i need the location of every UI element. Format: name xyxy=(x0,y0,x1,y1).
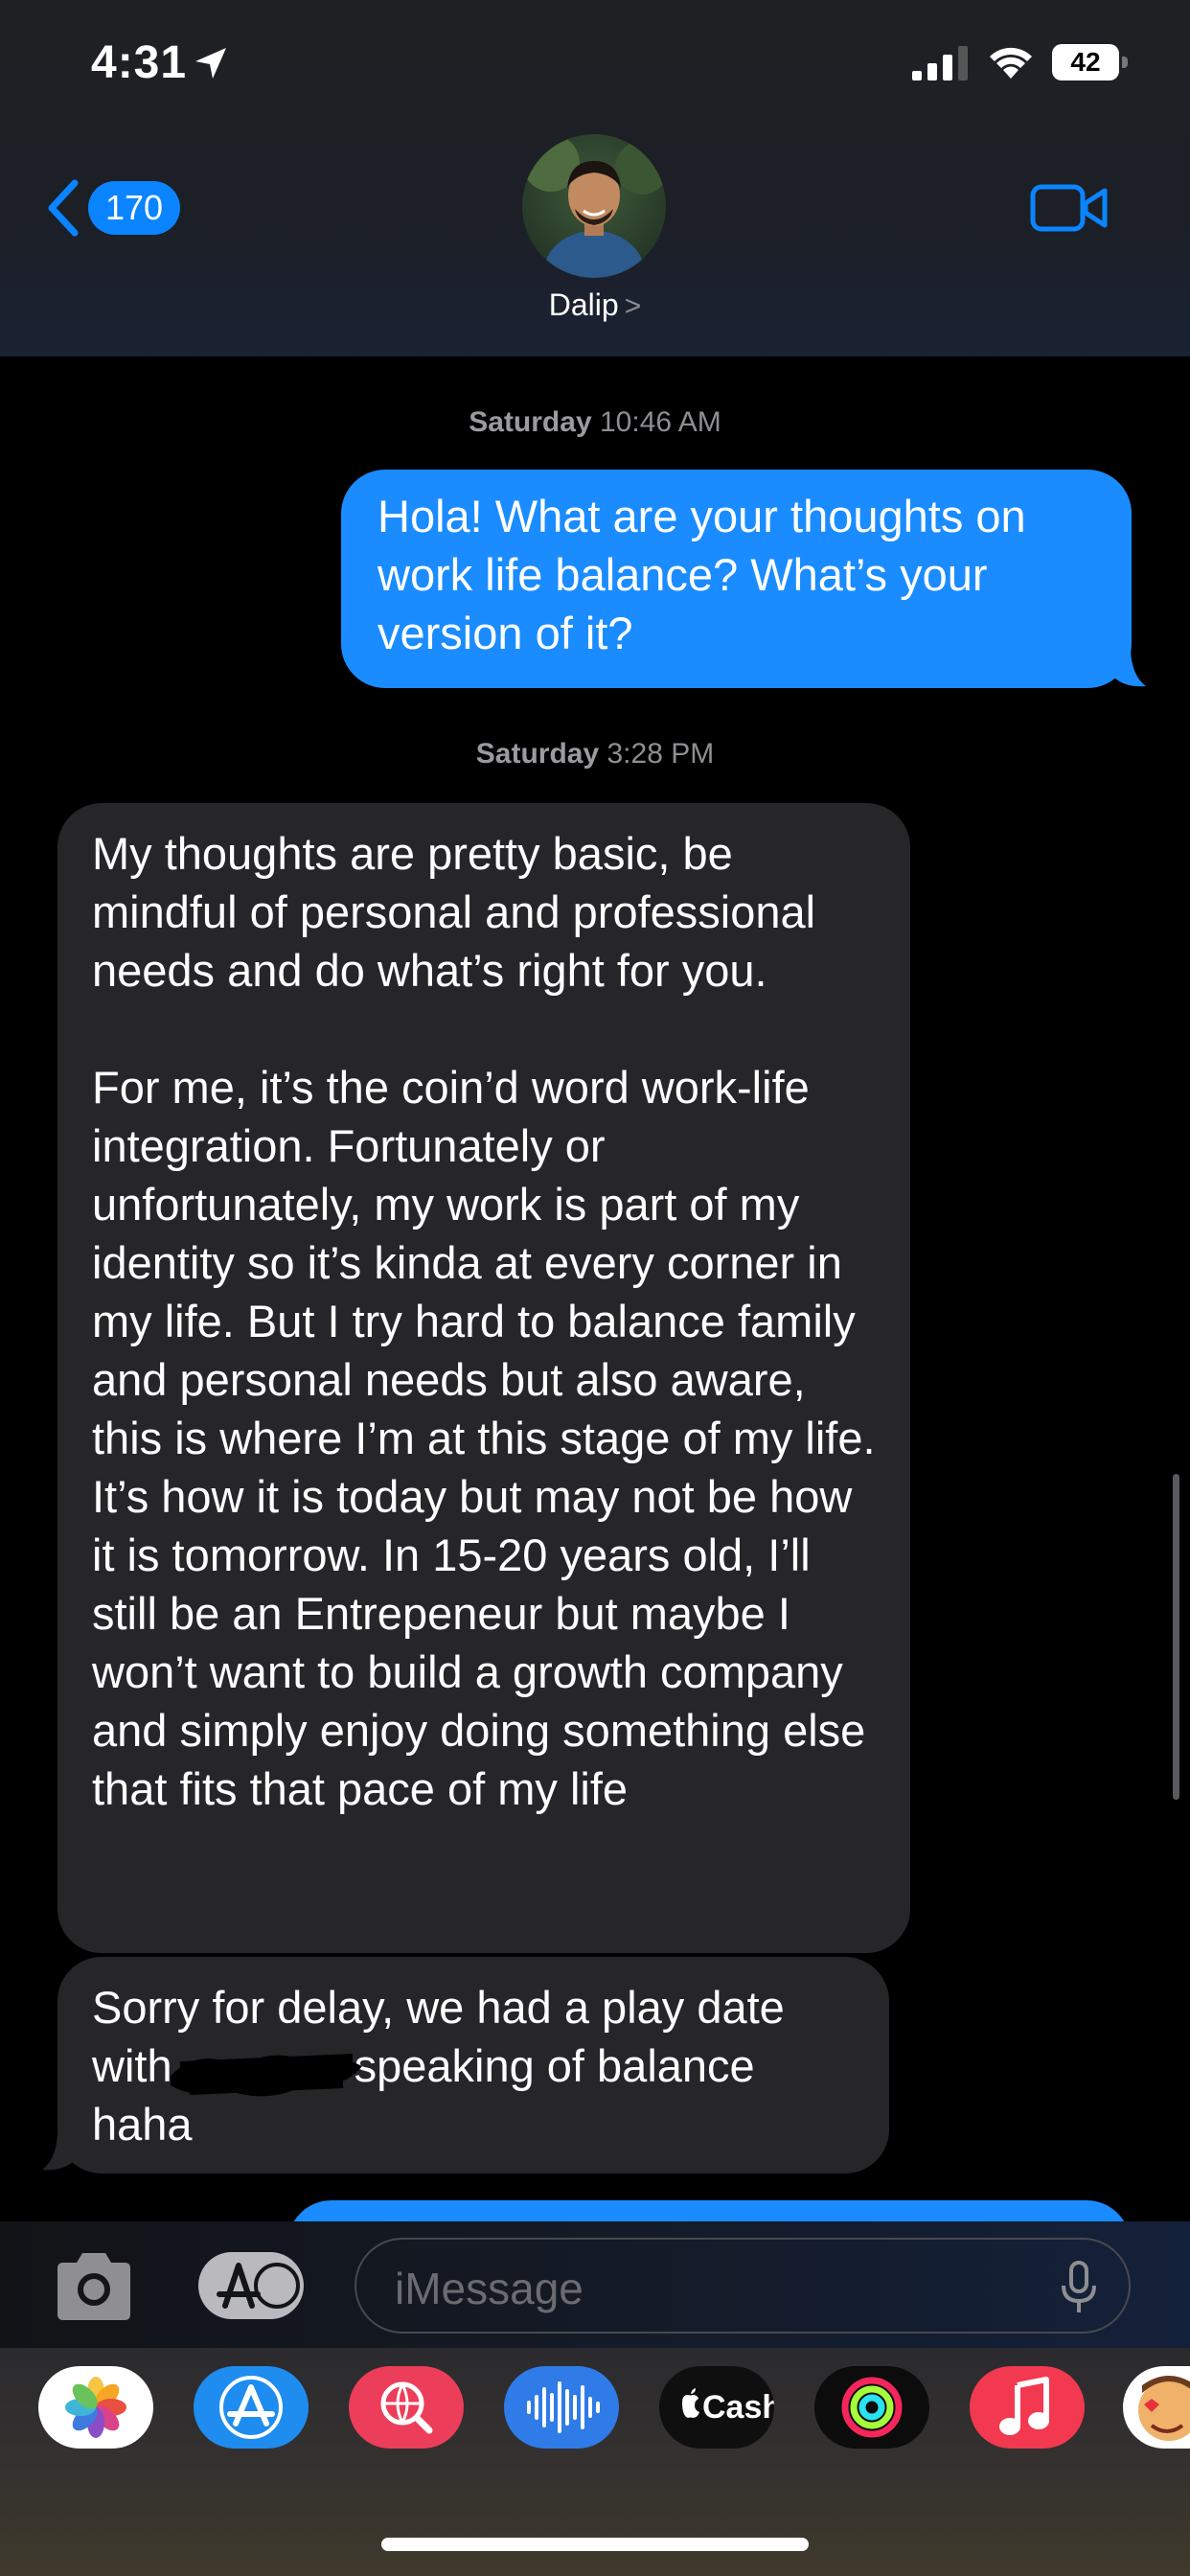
sent-bubble-tail xyxy=(1111,652,1146,687)
scroll-indicator[interactable] xyxy=(1173,1474,1179,1800)
message-timestamp: Saturday 3:28 PM xyxy=(0,738,1190,770)
received-message-text: My thoughts are pretty basic, be mindful… xyxy=(92,828,876,1814)
contact-name-text: Dalip xyxy=(548,288,619,322)
battery-tip xyxy=(1122,57,1128,68)
received-bubble-tail xyxy=(42,2135,77,2171)
chevron-left-icon xyxy=(48,179,79,237)
app-store-button[interactable] xyxy=(194,2366,309,2449)
unread-count-badge: 170 xyxy=(88,181,181,235)
app-photos-button[interactable] xyxy=(38,2366,153,2449)
contact-avatar[interactable] xyxy=(522,134,666,278)
status-time: 4:31 xyxy=(91,37,188,88)
app-apple-cash-button[interactable]: Cash xyxy=(659,2366,774,2449)
contact-name[interactable]: Dalip > xyxy=(0,288,1190,323)
microphone-icon[interactable] xyxy=(1060,2261,1098,2314)
photos-icon xyxy=(65,2377,126,2438)
message-input[interactable]: iMessage xyxy=(355,2238,1131,2334)
redaction-scribble xyxy=(171,2054,362,2097)
timestamp-time: 10:46 AM xyxy=(599,406,721,438)
camera-icon[interactable] xyxy=(50,2247,138,2324)
music-note-icon xyxy=(999,2377,1049,2435)
location-arrow-icon xyxy=(195,48,226,79)
app-fitness-button[interactable] xyxy=(814,2366,929,2449)
apple-cash-label: Cash xyxy=(702,2389,774,2426)
facetime-video-icon[interactable] xyxy=(1030,180,1109,236)
chevron-right-icon: > xyxy=(624,290,642,322)
status-bar: 4:31 42 xyxy=(0,0,1190,134)
sent-message-bubble[interactable]: Hola! What are your thoughts on work lif… xyxy=(341,470,1132,688)
home-indicator[interactable] xyxy=(381,2538,809,2551)
app-store-apps-button[interactable] xyxy=(198,2252,304,2319)
app-store-icon xyxy=(219,2376,283,2439)
globe-search-icon xyxy=(380,2381,433,2434)
timestamp-time: 3:28 PM xyxy=(606,738,715,770)
back-button[interactable]: 170 xyxy=(44,174,181,242)
sent-message-text: Hola! What are your thoughts on work lif… xyxy=(378,491,1026,658)
activity-rings-icon xyxy=(841,2377,903,2438)
message-input-placeholder: iMessage xyxy=(395,2264,584,2313)
waveform-icon xyxy=(527,2381,600,2433)
timestamp-day: Saturday xyxy=(475,738,600,770)
message-timestamp: Saturday 10:46 AM xyxy=(0,406,1190,439)
person-photo-icon xyxy=(522,134,666,278)
wifi-icon xyxy=(990,47,1032,79)
app-audio-message-button[interactable] xyxy=(504,2366,619,2449)
cellular-signal-icon xyxy=(912,46,968,80)
app-store-icon xyxy=(217,2263,300,2309)
battery-indicator: 42 xyxy=(1052,44,1129,82)
battery-level: 42 xyxy=(1052,44,1119,80)
timestamp-day: Saturday xyxy=(469,406,592,438)
app-images-search-button[interactable] xyxy=(349,2366,464,2449)
received-message-bubble[interactable]: My thoughts are pretty basic, be mindful… xyxy=(57,803,910,1953)
app-music-button[interactable] xyxy=(970,2366,1085,2449)
